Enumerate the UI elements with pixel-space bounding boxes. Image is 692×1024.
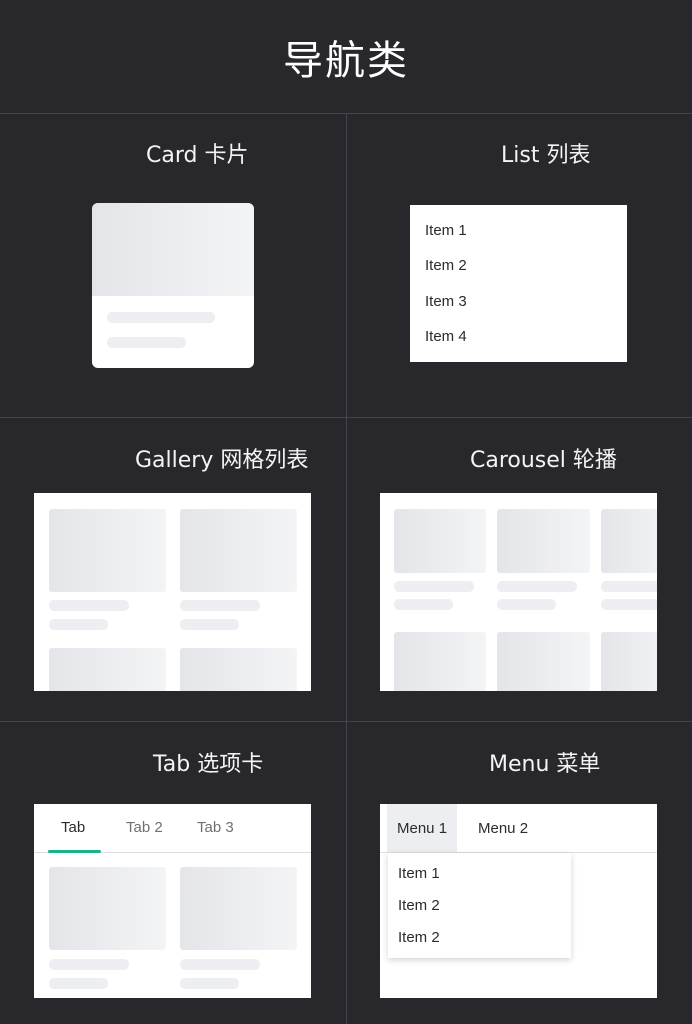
text-placeholder (497, 581, 577, 592)
card-label: Card 卡片 (146, 143, 249, 168)
text-placeholder (49, 978, 108, 989)
dropdown-item[interactable]: Item 2 (398, 929, 440, 946)
carousel-slide[interactable] (394, 632, 486, 691)
carousel-slide[interactable] (601, 632, 657, 691)
text-placeholder (107, 312, 215, 323)
list-item[interactable]: Item 4 (425, 328, 467, 345)
menu-preview: Menu 1 Menu 2 Item 1 Item 2 Item 2 (380, 804, 657, 998)
tab-preview: Tab Tab 2 Tab 3 (34, 804, 311, 998)
text-placeholder (601, 599, 657, 610)
list-preview: Item 1 Item 2 Item 3 Item 4 (410, 205, 627, 362)
tab-active[interactable]: Tab (61, 819, 85, 836)
list-item[interactable]: Item 1 (425, 222, 467, 239)
gallery-item-image[interactable] (180, 509, 297, 592)
text-placeholder (180, 978, 239, 989)
carousel-slide[interactable] (497, 509, 590, 573)
text-placeholder (601, 581, 657, 592)
carousel-slide[interactable] (394, 509, 486, 573)
list-item[interactable]: Item 3 (425, 293, 467, 310)
text-placeholder (394, 581, 474, 592)
menu-label: Menu 菜单 (489, 752, 601, 777)
page-title: 导航类 (283, 38, 409, 84)
text-placeholder (180, 619, 239, 630)
carousel-preview (380, 493, 657, 691)
carousel-slide[interactable] (497, 632, 590, 691)
menu-2-button[interactable]: Menu 2 (468, 804, 538, 852)
text-placeholder (49, 619, 108, 630)
text-placeholder (107, 337, 186, 348)
gallery-item-image[interactable] (49, 648, 166, 691)
dropdown-item[interactable]: Item 1 (398, 865, 440, 882)
text-placeholder (180, 959, 260, 970)
active-tab-indicator (48, 850, 101, 853)
text-placeholder (49, 600, 129, 611)
menu-1-button[interactable]: Menu 1 (387, 804, 458, 852)
menu-dropdown: Item 1 Item 2 Item 2 (388, 853, 571, 958)
text-placeholder (180, 600, 260, 611)
gallery-item-image[interactable] (180, 648, 297, 691)
tab-content-image (180, 867, 297, 950)
card-preview[interactable] (92, 203, 254, 368)
tab-label: Tab 选项卡 (153, 752, 264, 777)
tab-3[interactable]: Tab 3 (197, 819, 234, 836)
text-placeholder (497, 599, 556, 610)
tab-content-image (49, 867, 166, 950)
gallery-label: Gallery 网格列表 (135, 448, 309, 473)
card-image-placeholder (92, 203, 254, 296)
text-placeholder (394, 599, 453, 610)
gallery-preview (34, 493, 311, 691)
list-item[interactable]: Item 2 (425, 257, 467, 274)
text-placeholder (49, 959, 129, 970)
gallery-item-image[interactable] (49, 509, 166, 592)
list-label: List 列表 (501, 143, 591, 168)
dropdown-item[interactable]: Item 2 (398, 897, 440, 914)
carousel-label: Carousel 轮播 (470, 448, 617, 473)
divider (346, 114, 347, 1024)
tab-2[interactable]: Tab 2 (126, 819, 163, 836)
carousel-slide[interactable] (601, 509, 657, 573)
